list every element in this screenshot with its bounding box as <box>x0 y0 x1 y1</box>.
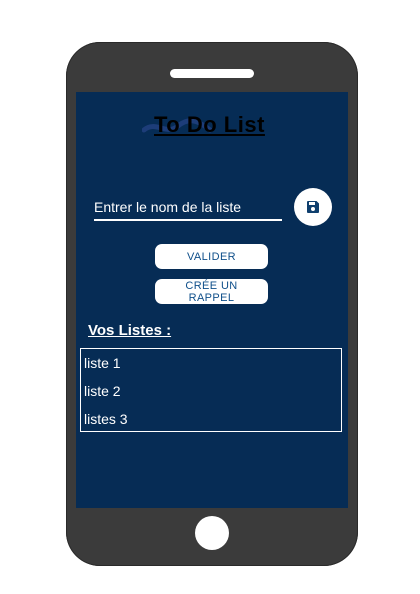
lists-heading: Vos Listes : <box>88 322 172 339</box>
create-reminder-button[interactable]: CRÉE UN RAPPEL <box>155 279 268 304</box>
app-screen: To Do List VALIDER CRÉE UN RAPPEL Vos Li… <box>76 92 348 508</box>
save-button[interactable] <box>294 188 332 226</box>
save-icon <box>307 201 319 213</box>
lists-container: liste 1 liste 2 listes 3 <box>80 348 342 432</box>
list-item[interactable]: liste 1 <box>84 355 121 371</box>
list-item[interactable]: listes 3 <box>84 411 128 427</box>
logo-text: To Do List <box>154 112 265 137</box>
validate-button[interactable]: VALIDER <box>155 244 268 269</box>
app-logo: To Do List <box>142 112 282 138</box>
list-item[interactable]: liste 2 <box>84 383 121 399</box>
phone-home-button[interactable] <box>195 516 229 550</box>
list-name-input[interactable] <box>94 198 282 221</box>
phone-speaker <box>170 69 254 78</box>
